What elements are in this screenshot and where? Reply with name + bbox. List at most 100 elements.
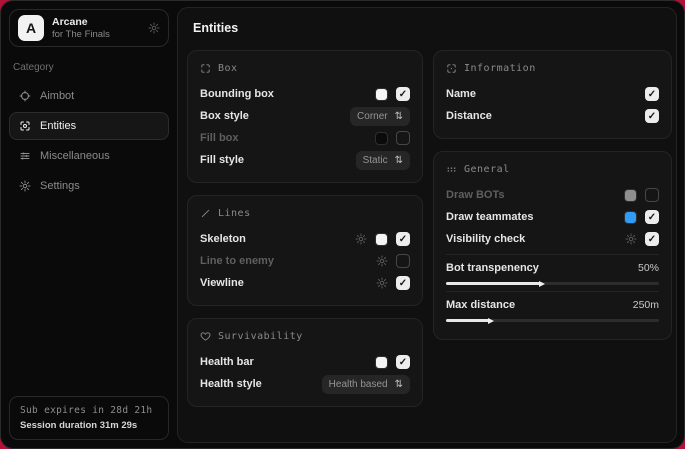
checkbox-unchecked[interactable]	[396, 131, 410, 145]
bot-transparency-slider[interactable]	[446, 282, 659, 285]
bot-transparency-head: Bot transpenency 50%	[446, 259, 659, 276]
slider-fill	[446, 319, 491, 322]
checkbox-checked[interactable]: ✓	[396, 276, 410, 290]
slider-value: 50%	[638, 262, 659, 274]
sidebar-item-miscellaneous[interactable]: Miscellaneous	[9, 142, 169, 170]
gear-icon	[19, 180, 31, 192]
setting-row-name: Name ✓	[446, 83, 659, 105]
checkbox-checked[interactable]: ✓	[645, 210, 659, 224]
scan-info-icon	[446, 63, 457, 74]
left-column: Box Bounding box ✓ Box style Corn	[187, 50, 423, 407]
setting-row-distance: Distance ✓	[446, 105, 659, 127]
card-header-label: Box	[218, 63, 238, 74]
diagonal-line-icon	[200, 208, 211, 219]
dropdown-value: Corner	[357, 111, 388, 122]
gear-icon[interactable]	[148, 22, 160, 34]
color-swatch[interactable]	[375, 356, 388, 369]
dropdown-value: Health based	[329, 379, 388, 390]
setting-label: Bot transpenency	[446, 262, 539, 274]
sidebar-item-label: Miscellaneous	[40, 150, 110, 162]
checkbox-checked[interactable]: ✓	[396, 87, 410, 101]
setting-label: Fill style	[200, 154, 244, 166]
brand-title: Arcane	[52, 16, 140, 29]
category-label: Category	[13, 62, 165, 73]
crosshair-icon	[19, 90, 31, 102]
checkbox-checked[interactable]: ✓	[396, 355, 410, 369]
general-card: General Draw BOTs Draw teammates ✓	[433, 151, 672, 340]
color-swatch[interactable]	[375, 132, 388, 145]
setting-label: Viewline	[200, 277, 244, 289]
color-swatch[interactable]	[624, 211, 637, 224]
color-swatch[interactable]	[375, 88, 388, 101]
survivability-card-header: Survivability	[200, 331, 410, 342]
checkbox-unchecked[interactable]	[396, 254, 410, 268]
setting-row-skeleton: Skeleton ✓	[200, 228, 410, 250]
sidebar-item-entities[interactable]: Entities	[9, 112, 169, 140]
dots-grid-icon	[446, 164, 457, 175]
check-icon: ✓	[648, 89, 656, 100]
lines-card-header: Lines	[200, 208, 410, 219]
gear-icon[interactable]	[376, 277, 388, 289]
color-swatch[interactable]	[375, 233, 388, 246]
sidebar-item-label: Entities	[40, 120, 76, 132]
setting-row-visibility-check: Visibility check ✓	[446, 228, 659, 250]
entities-scan-icon	[19, 120, 31, 132]
chevron-updown-icon: ⇅	[395, 111, 403, 122]
card-header-label: Survivability	[218, 331, 303, 342]
subscription-status-card: Sub expires in 28d 21h Session duration …	[9, 396, 169, 440]
slider-thumb[interactable]	[539, 281, 545, 287]
setting-label: Distance	[446, 110, 492, 122]
slider-thumb[interactable]	[488, 318, 494, 324]
brand-text: Arcane for The Finals	[52, 16, 140, 41]
fill-style-dropdown[interactable]: Static ⇅	[356, 151, 410, 170]
checkbox-checked[interactable]: ✓	[645, 87, 659, 101]
setting-row-draw-teammates: Draw teammates ✓	[446, 206, 659, 228]
information-card: Information Name ✓ Distance ✓	[433, 50, 672, 139]
general-card-header: General	[446, 164, 659, 175]
check-icon: ✓	[648, 234, 656, 245]
max-distance-slider[interactable]	[446, 319, 659, 322]
check-icon: ✓	[648, 212, 656, 223]
sliders-icon	[19, 150, 31, 162]
card-header-label: Lines	[218, 208, 251, 219]
setting-label: Visibility check	[446, 233, 525, 245]
gear-icon[interactable]	[376, 255, 388, 267]
box-card: Box Bounding box ✓ Box style Corn	[187, 50, 423, 183]
slider-fill	[446, 282, 542, 285]
slider-value: 250m	[633, 299, 659, 311]
check-icon: ✓	[399, 89, 407, 100]
gear-icon[interactable]	[355, 233, 367, 245]
box-style-dropdown[interactable]: Corner ⇅	[350, 107, 410, 126]
sidebar-item-settings[interactable]: Settings	[9, 172, 169, 200]
check-icon: ✓	[399, 357, 407, 368]
color-swatch[interactable]	[624, 189, 637, 202]
setting-row-health-style: Health style Health based ⇅	[200, 373, 410, 395]
information-card-header: Information	[446, 63, 659, 74]
setting-row-box-style: Box style Corner ⇅	[200, 105, 410, 127]
box-card-header: Box	[200, 63, 410, 74]
heart-icon	[200, 331, 211, 342]
gear-icon[interactable]	[625, 233, 637, 245]
backdrop: { "colors": { "backdrop_css": "backgroun…	[0, 0, 685, 449]
sidebar-item-aimbot[interactable]: Aimbot	[9, 82, 169, 110]
setting-label: Box style	[200, 110, 249, 122]
check-icon: ✓	[648, 111, 656, 122]
checkbox-checked[interactable]: ✓	[396, 232, 410, 246]
setting-row-fill-box: Fill box	[200, 127, 410, 149]
card-header-label: General	[464, 164, 510, 175]
health-style-dropdown[interactable]: Health based ⇅	[322, 375, 410, 394]
settings-columns: Box Bounding box ✓ Box style Corn	[187, 50, 672, 407]
setting-row-health-bar: Health bar ✓	[200, 351, 410, 373]
session-duration-text: Session duration 31m 29s	[20, 420, 158, 431]
checkbox-checked[interactable]: ✓	[645, 232, 659, 246]
check-icon: ✓	[399, 234, 407, 245]
page-title: Entities	[193, 21, 672, 35]
sidebar: A Arcane for The Finals Category Aimbot …	[1, 1, 177, 448]
sidebar-item-label: Aimbot	[40, 90, 74, 102]
checkbox-checked[interactable]: ✓	[645, 109, 659, 123]
chevron-updown-icon: ⇅	[395, 155, 403, 166]
divider	[446, 254, 659, 255]
checkbox-unchecked[interactable]	[645, 188, 659, 202]
setting-label: Max distance	[446, 299, 515, 311]
sidebar-item-label: Settings	[40, 180, 80, 192]
